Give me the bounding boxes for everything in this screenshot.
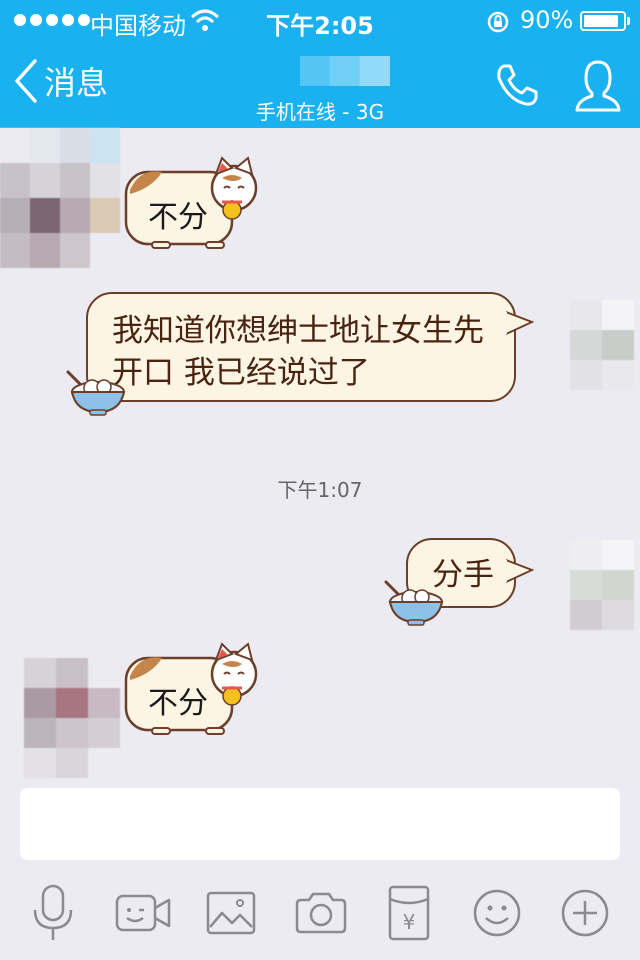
orientation-lock-icon xyxy=(487,11,509,33)
message-input[interactable] xyxy=(20,788,620,860)
image-icon xyxy=(206,891,256,935)
contact-avatar[interactable] xyxy=(24,658,120,778)
emoji-button[interactable] xyxy=(462,878,532,948)
emoji-icon xyxy=(473,889,521,937)
message-timestamp: 下午1:07 xyxy=(277,478,363,502)
bubble-tail-icon xyxy=(504,311,534,335)
status-bar: 中国移动 下午2:05 90% xyxy=(0,0,640,40)
input-toolbar: ¥ xyxy=(0,868,640,960)
contact-avatar[interactable] xyxy=(0,128,120,268)
video-icon xyxy=(115,894,171,932)
my-avatar[interactable] xyxy=(570,300,634,392)
message-text-line-2: 开口 我已经说过了 xyxy=(112,355,370,391)
battery-icon xyxy=(580,11,626,31)
red-packet-button[interactable]: ¥ xyxy=(374,878,444,948)
chat-header: 中国移动 下午2:05 90% 消息 手机在线 - 3G xyxy=(0,0,640,128)
contact-online-status: 手机在线 - 3G xyxy=(255,100,385,124)
rice-bowl-icon xyxy=(66,370,126,416)
microphone-icon xyxy=(33,884,73,940)
video-call-button[interactable] xyxy=(108,878,178,948)
rice-bowl-icon xyxy=(384,580,444,626)
profile-icon[interactable] xyxy=(574,58,622,112)
sticker-message[interactable]: 不分 xyxy=(122,640,258,736)
sticker-text: 不分 xyxy=(148,200,208,235)
camera-button[interactable] xyxy=(286,878,356,948)
sticker-message[interactable]: 不分 xyxy=(122,154,258,250)
sticker-text: 不分 xyxy=(148,686,208,721)
my-avatar[interactable] xyxy=(570,540,634,632)
phone-icon[interactable] xyxy=(494,62,540,108)
yuan-symbol: ¥ xyxy=(403,910,416,934)
image-button[interactable] xyxy=(196,878,266,948)
message-bubble-incoming[interactable]: 我知道你想绅士地让女生先 开口 我已经说过了 xyxy=(86,292,516,402)
battery-percentage: 90% xyxy=(520,6,574,34)
more-button[interactable] xyxy=(550,878,620,948)
camera-icon xyxy=(295,892,347,934)
plus-icon xyxy=(561,889,609,937)
voice-button[interactable] xyxy=(18,878,88,948)
message-list[interactable]: 不分 我知道你想绅士地让女生先 开口 我已经说过了 下午1:07 分手 不分 xyxy=(0,128,640,788)
message-text-line-1: 我知道你想绅士地让女生先 xyxy=(112,313,484,349)
contact-name-pixelated xyxy=(300,56,390,86)
bubble-tail-icon xyxy=(504,559,534,583)
red-packet-icon: ¥ xyxy=(388,885,430,941)
